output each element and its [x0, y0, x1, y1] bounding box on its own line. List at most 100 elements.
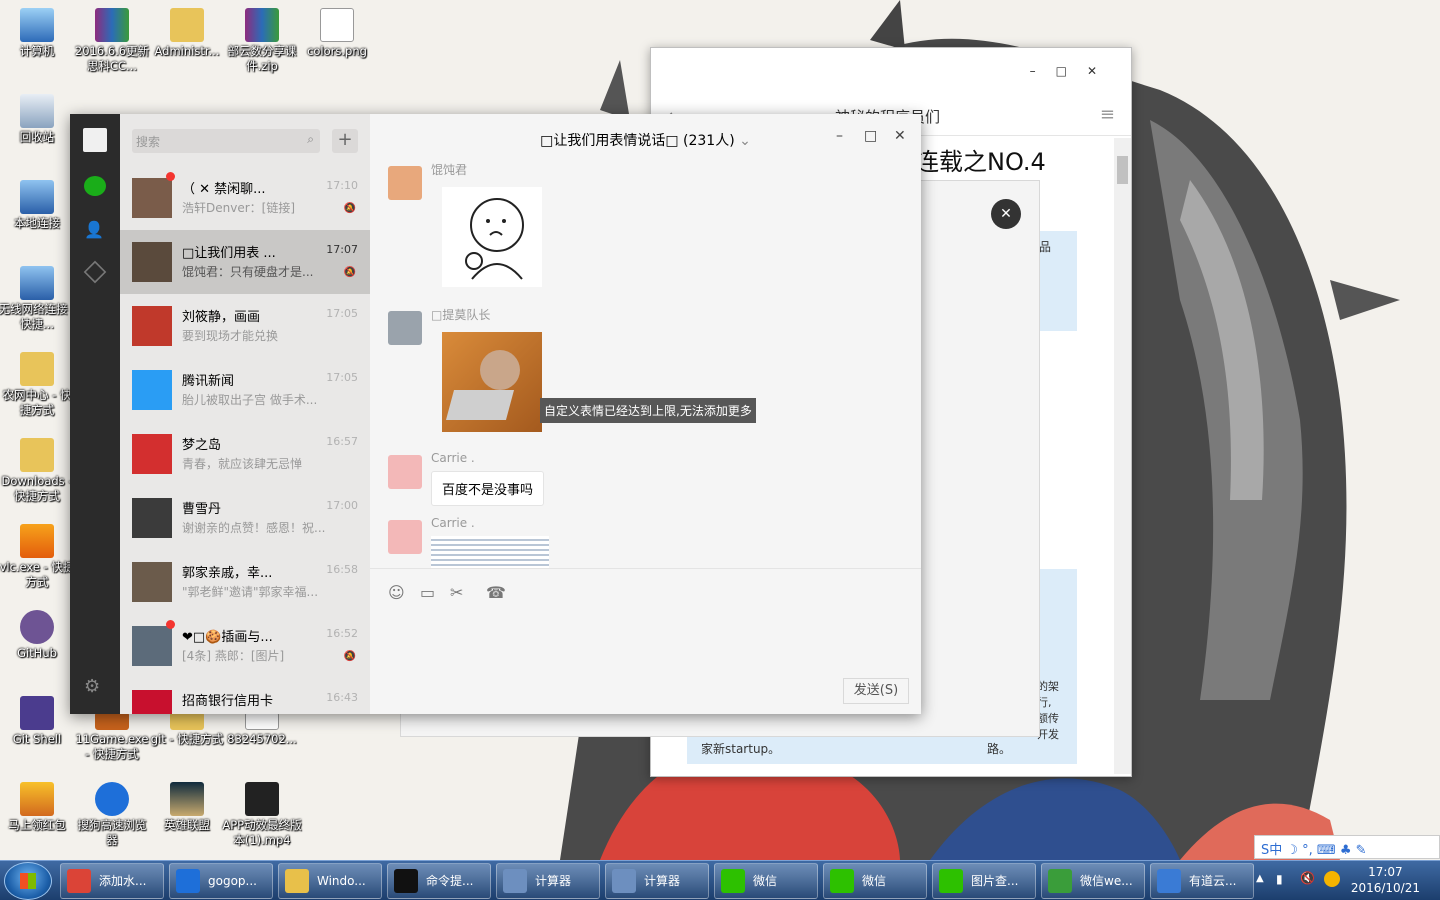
taskbar-button[interactable]: 图片查...	[932, 863, 1036, 899]
taskbar-app-icon	[939, 869, 963, 893]
desktop-icon-colors[interactable]: colors.png	[297, 8, 377, 59]
input-area[interactable]: ☺ ▭ ✂ ☎ 发送(S)	[370, 568, 921, 714]
conversation-item[interactable]: 招商银行信用卡 16:43	[120, 678, 370, 714]
maximize-button[interactable]: □	[1056, 64, 1087, 78]
close-button[interactable]: ✕	[894, 128, 906, 144]
scrollbar[interactable]	[1114, 138, 1131, 774]
conversation-name: ❤□🍪插画与...	[182, 630, 273, 645]
taskbar-button[interactable]: 添加水...	[60, 863, 164, 899]
network-icon	[20, 180, 54, 214]
desktop-icon-lol[interactable]: 英雄联盟	[147, 782, 227, 833]
conversation-item[interactable]: 郭家亲戚，幸... "郭老鲜"邀请"郭家幸福... 16:58	[120, 550, 370, 614]
folder-shortcut-icon	[170, 712, 204, 730]
menu-icon[interactable]: ≡	[1100, 104, 1115, 125]
conversation-item[interactable]: 曹雪丹 谢谢亲的点赞！感恩！祝... 17:00	[120, 486, 370, 550]
desktop-icon-11game[interactable]: 11Game.exe - 快捷方式	[72, 712, 152, 762]
cat-sticker-image[interactable]	[442, 332, 542, 432]
article-image-label: 品	[1039, 240, 1052, 254]
taskbar-button[interactable]: 计算器	[496, 863, 600, 899]
desktop-icon-administrator[interactable]: Administr...	[147, 8, 227, 59]
wireless-network-icon	[20, 266, 54, 300]
conversation-name: 郭家亲戚，幸...	[182, 566, 273, 581]
avatar[interactable]	[388, 166, 422, 200]
article-headline: 连载之NO.4	[915, 148, 1046, 176]
taskbar-button[interactable]: 微信	[714, 863, 818, 899]
conversation-preview: 谢谢亲的点赞！感恩！祝...	[182, 521, 326, 535]
taskbar-button[interactable]: Windo...	[278, 863, 382, 899]
screenshot-image-message[interactable]	[431, 536, 549, 568]
avatar[interactable]	[388, 455, 422, 489]
sticker-image[interactable]	[442, 187, 542, 287]
conversation-name: □让我们用表 ...	[182, 246, 276, 261]
wechat-window[interactable]: 👤 ⚙ 搜索 ⌕ + （ ✕ 禁闲聊... 浩轩Denver：[链接] 17:10 🔕 □…	[70, 114, 921, 714]
taskbar-button[interactable]: 微信	[823, 863, 927, 899]
sender-name: □提莫队长	[431, 308, 491, 322]
message-bubble[interactable]: 百度不是没事吗	[431, 471, 545, 506]
send-button[interactable]: 发送(S)	[843, 678, 909, 704]
chevron-down-icon[interactable]: ⌄	[739, 133, 751, 149]
image-viewer-close-button[interactable]: ✕	[991, 199, 1021, 229]
desktop-icon-mp4[interactable]: APP动效最终版本(1).mp4	[222, 782, 302, 848]
desktop-icon-zip[interactable]: 部云数分享课件.zip	[222, 8, 302, 74]
conversation-preview: 浩轩Denver：[链接]	[182, 201, 296, 215]
conversation-item[interactable]: ❤□🍪插画与... [4条] 燕郎：[图片] 16:52 🔕	[120, 614, 370, 678]
mute-icon: 🔕	[343, 651, 356, 662]
my-avatar[interactable]	[83, 128, 107, 152]
conversation-item[interactable]: 刘筱静，画画 要到现场才能兑换 17:05	[120, 294, 370, 358]
desktop-icon-computer[interactable]: 计算机	[0, 8, 77, 59]
start-button[interactable]	[4, 862, 52, 900]
avatar[interactable]	[388, 311, 422, 345]
volume-muted-icon[interactable]: 🔇	[1300, 871, 1315, 885]
taskbar-button[interactable]: 有道云...	[1150, 863, 1254, 899]
desktop-icon-red-packet[interactable]: 马上领红包	[0, 782, 77, 833]
network-tray-icon[interactable]: ▮	[1276, 872, 1283, 886]
taskbar-app-icon	[721, 869, 745, 893]
emoji-icon[interactable]: ☺	[388, 583, 405, 602]
search-input[interactable]: 搜索 ⌕	[132, 129, 320, 153]
desktop-icon-downloads[interactable]: Downloads - 快捷方式	[0, 438, 77, 504]
desktop-icon-git-shell[interactable]: Git Shell	[0, 696, 77, 747]
sogou-browser-icon	[95, 782, 129, 816]
conversation-avatar	[132, 306, 172, 346]
show-hidden-icons[interactable]: ▲	[1256, 873, 1264, 884]
taskbar-button-label: 计算器	[644, 874, 681, 888]
folder-icon[interactable]: ▭	[420, 583, 435, 602]
desktop-icon-agri-center[interactable]: 农网中心 - 快捷方式	[0, 352, 77, 418]
window-controls: –□✕	[1030, 64, 1117, 78]
start-chat-button[interactable]: +	[332, 129, 358, 153]
close-button[interactable]: ✕	[1087, 64, 1117, 78]
system-clock[interactable]: 17:07 2016/10/21	[1351, 864, 1420, 896]
desktop-icon-recycle-bin[interactable]: 回收站	[0, 94, 77, 145]
minimize-button[interactable]: –	[1030, 64, 1056, 78]
tray-app-icon[interactable]	[1324, 871, 1340, 887]
favorites-icon[interactable]	[83, 260, 107, 284]
video-call-icon[interactable]: ☎	[486, 583, 506, 602]
chat-icon[interactable]	[84, 176, 106, 196]
ime-toolbar[interactable]: S中 ☽ °, ⌨ ♣ ✎	[1254, 835, 1440, 859]
conversation-item[interactable]: （ ✕ 禁闲聊... 浩轩Denver：[链接] 17:10 🔕	[120, 166, 370, 230]
settings-icon[interactable]: ⚙	[84, 676, 100, 697]
minimize-button[interactable]: –	[836, 128, 843, 144]
conversation-item[interactable]: □让我们用表 ... 馄饨君：只有硬盘才是... 17:07 🔕	[120, 230, 370, 294]
conversation-item[interactable]: 腾讯新闻 胎儿被取出子宫 做手术... 17:05	[120, 358, 370, 422]
desktop-icon-file[interactable]: 83245702...	[222, 712, 302, 747]
taskbar-button[interactable]: 计算器	[605, 863, 709, 899]
conversation-preview: "郭老鲜"邀请"郭家幸福...	[182, 585, 319, 599]
desktop-icon-git-shortcut[interactable]: git - 快捷方式	[147, 712, 227, 747]
desktop-icon-wireless[interactable]: 无线网络连接 - 快捷...	[0, 266, 77, 332]
taskbar-button[interactable]: 命令提...	[387, 863, 491, 899]
desktop-icon-sogou-browser[interactable]: 搜狗高速浏览器	[72, 782, 152, 848]
desktop-icon-github[interactable]: GitHub	[0, 610, 77, 661]
desktop-icon-archive[interactable]: 2016.6.6更新 思科CC...	[72, 8, 152, 74]
contacts-icon[interactable]: 👤	[84, 220, 106, 242]
avatar[interactable]	[388, 520, 422, 554]
desktop-icon-local-connection[interactable]: 本地连接	[0, 180, 77, 231]
desktop-icon-vlc[interactable]: vlc.exe - 快捷方式	[0, 524, 77, 590]
maximize-button[interactable]: □	[864, 128, 877, 144]
taskbar-button[interactable]: 微信we...	[1041, 863, 1145, 899]
scissors-icon[interactable]: ✂	[450, 583, 463, 602]
scrollbar-thumb[interactable]	[1117, 156, 1128, 184]
taskbar-app-icon	[612, 869, 636, 893]
conversation-item[interactable]: 梦之岛 青春，就应该肆无忌惮 16:57	[120, 422, 370, 486]
taskbar-button[interactable]: gogop...	[169, 863, 273, 899]
